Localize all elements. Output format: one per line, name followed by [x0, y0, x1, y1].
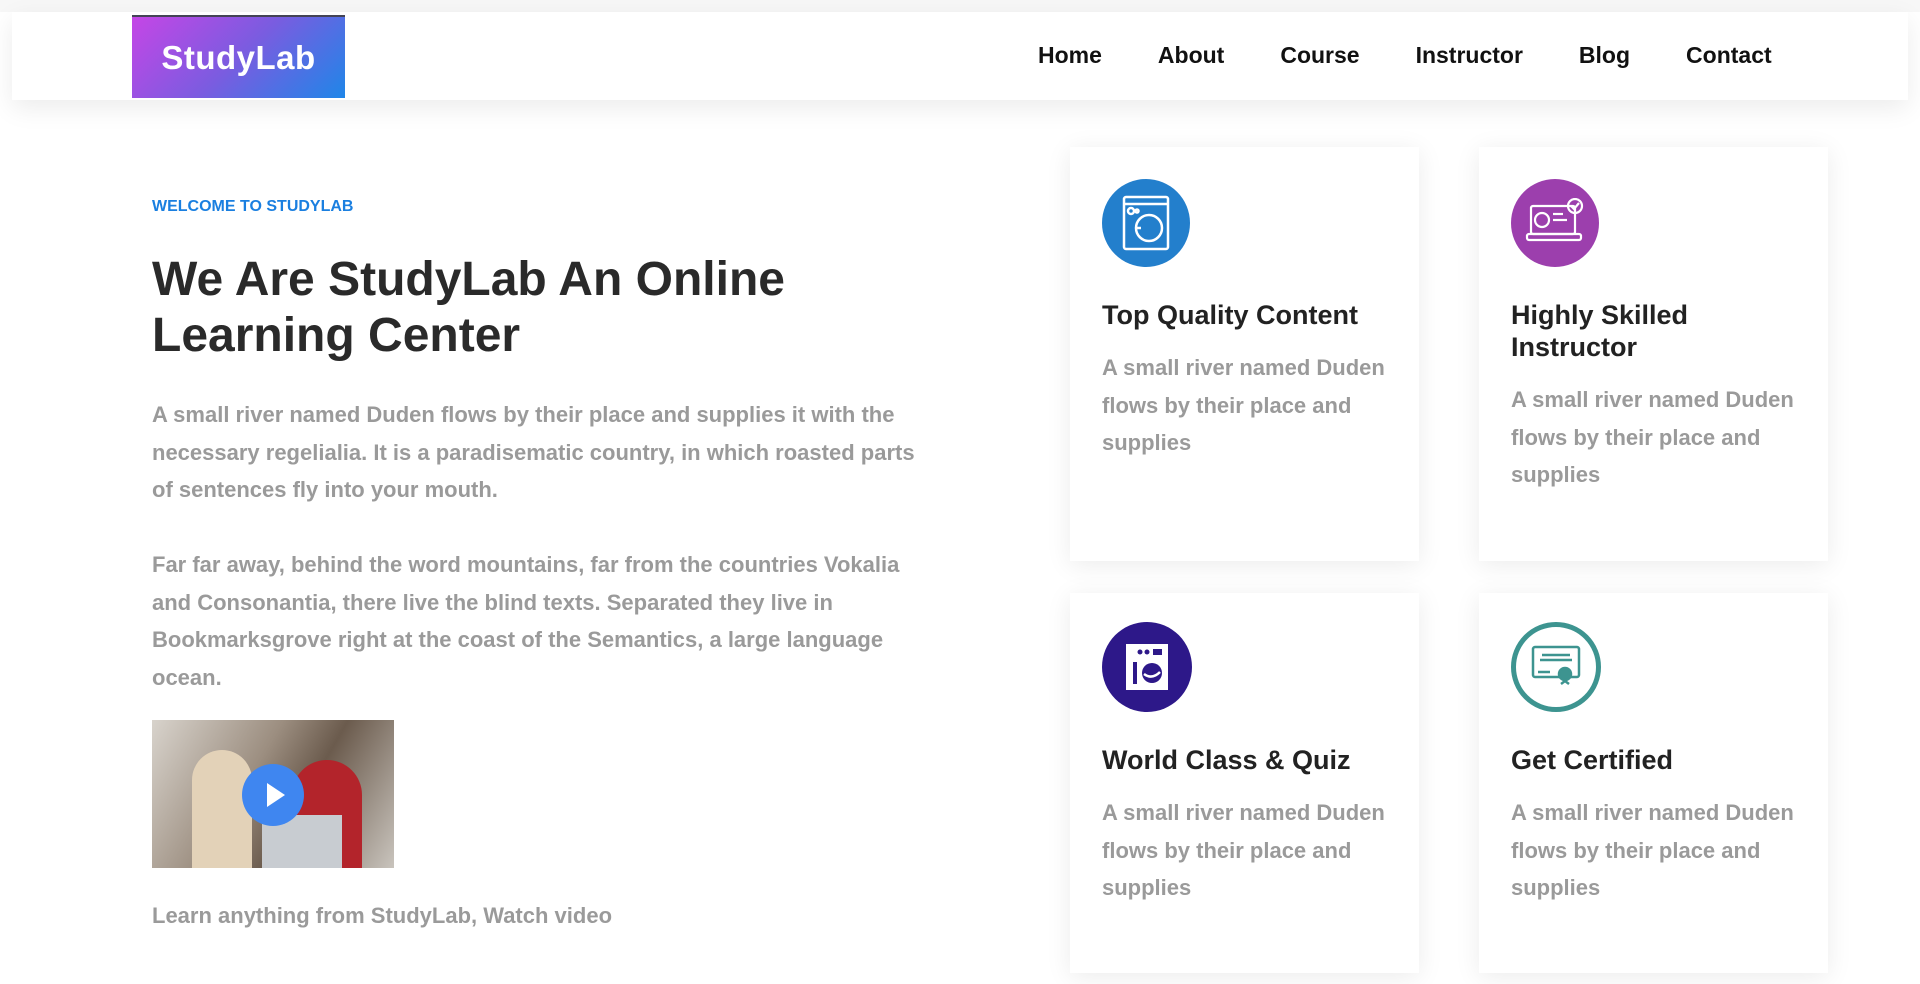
certificate-icon: [1511, 622, 1601, 712]
logo[interactable]: StudyLab: [132, 15, 345, 98]
kicker: WELCOME TO STUDYLAB: [152, 198, 354, 215]
nav-about[interactable]: About: [1158, 42, 1224, 69]
card-title: Highly Skilled Instructor: [1511, 300, 1689, 362]
top-strip: [0, 0, 1920, 12]
main-nav: Home About Course Instructor Blog Contac…: [1038, 42, 1828, 69]
card-title: Get Certified: [1511, 745, 1674, 775]
video-caption[interactable]: Learn anything from StudyLab, Watch vide…: [152, 903, 612, 929]
nav-instructor[interactable]: Instructor: [1416, 42, 1523, 69]
feature-card: Get Certified A small river named Duden …: [1479, 593, 1828, 973]
washing-machine-icon: [1102, 179, 1190, 267]
nav-home[interactable]: Home: [1038, 42, 1102, 69]
video-thumbnail[interactable]: [152, 720, 394, 868]
card-title: World Class & Quiz: [1102, 745, 1351, 775]
feature-card: Top Quality Content A small river named …: [1070, 147, 1419, 561]
card-title: Top Quality Content: [1102, 300, 1358, 330]
card-text: A small river named Duden flows by their…: [1511, 800, 1794, 900]
intro-paragraph: A small river named Duden flows by their…: [152, 402, 915, 502]
nav-contact[interactable]: Contact: [1686, 42, 1772, 69]
card-text: A small river named Duden flows by their…: [1102, 800, 1385, 900]
feature-card: Highly Skilled Instructor A small river …: [1479, 147, 1828, 561]
laptop-profile-icon: [1511, 179, 1599, 267]
nav-course[interactable]: Course: [1280, 42, 1359, 69]
card-text: A small river named Duden flows by their…: [1102, 355, 1385, 455]
person-figure: [192, 750, 252, 868]
header: StudyLab Home About Course Instructor Bl…: [12, 12, 1908, 100]
card-text: A small river named Duden flows by their…: [1511, 387, 1794, 487]
second-paragraph: Far far away, behind the word mountains,…: [152, 552, 900, 690]
page-title: We Are StudyLab An Online Learning Cente…: [152, 253, 785, 362]
washer-icon: [1102, 622, 1192, 712]
feature-card: World Class & Quiz A small river named D…: [1070, 593, 1419, 973]
nav-blog[interactable]: Blog: [1579, 42, 1630, 69]
play-icon[interactable]: [242, 764, 304, 826]
